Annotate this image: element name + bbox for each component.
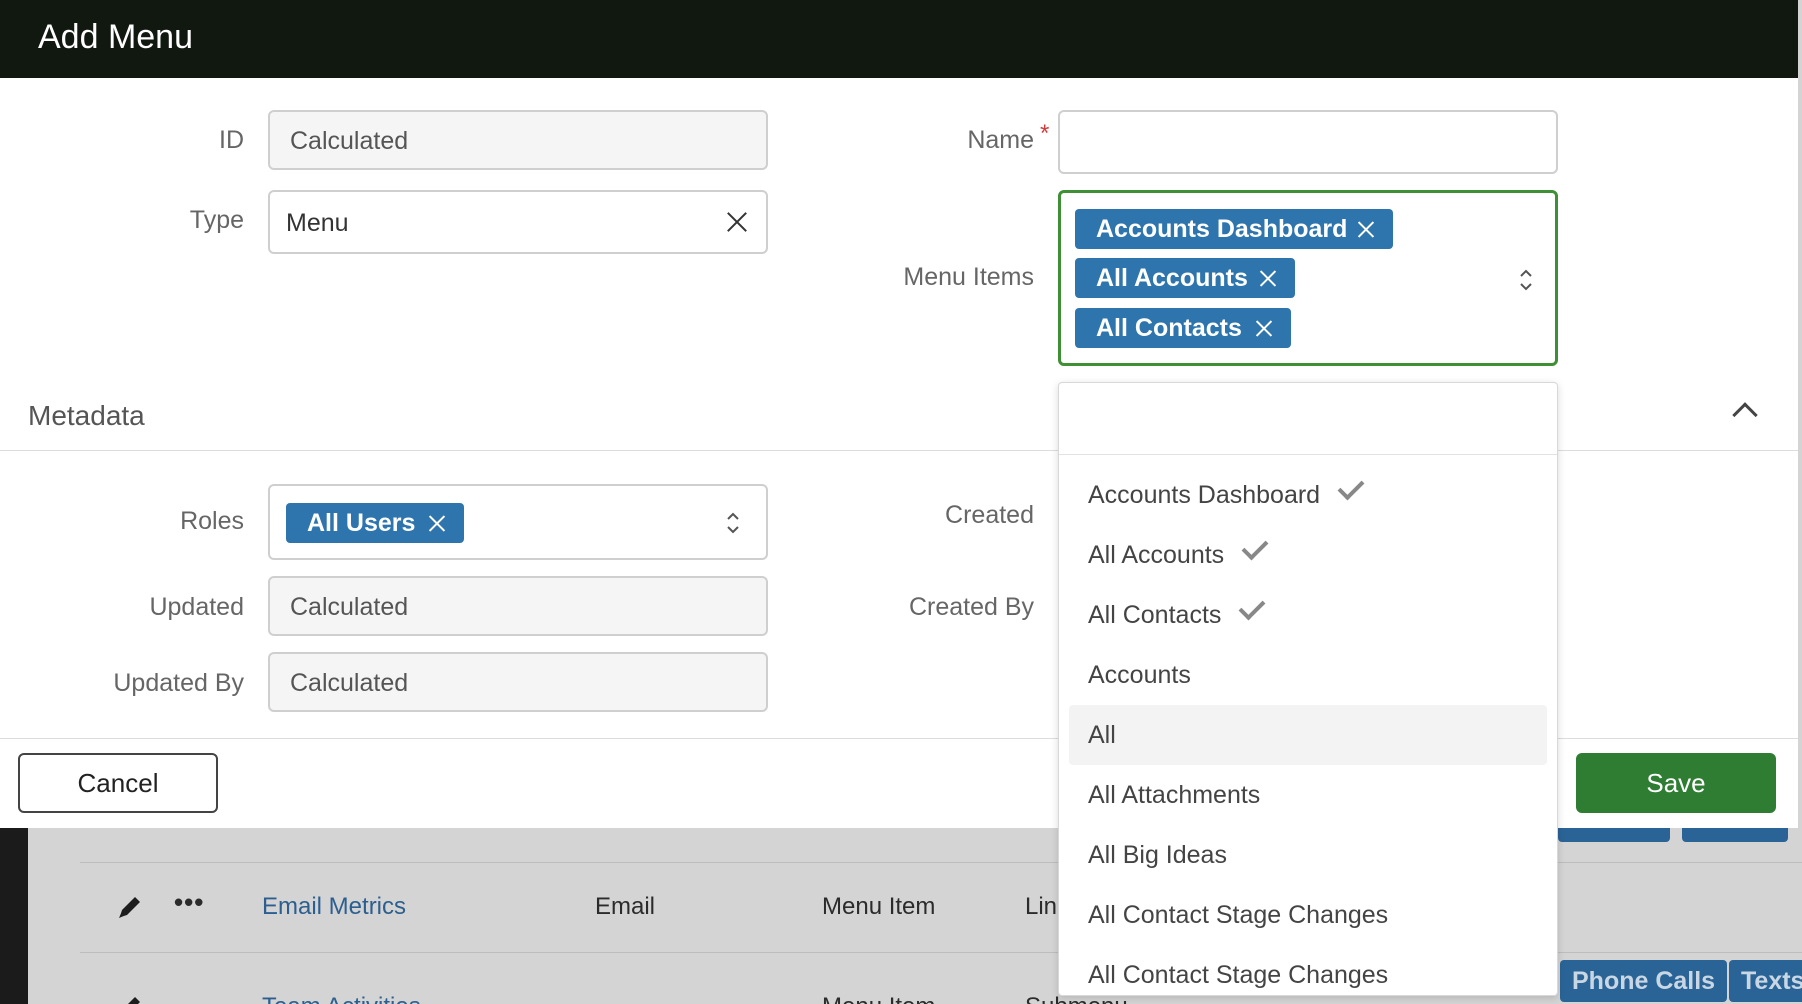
updated-by-value: Calculated	[290, 669, 409, 697]
roles-select[interactable]: All Users	[268, 484, 768, 560]
option-label: All Big Ideas	[1088, 841, 1227, 869]
dropdown-option[interactable]: All Contact Stage Changes	[1069, 885, 1547, 945]
row-type: Menu Item	[822, 993, 935, 1004]
pencil-icon[interactable]	[116, 993, 144, 1004]
menu-item-tag: Accounts Dashboard	[1075, 209, 1393, 249]
created-by-label: Created By	[908, 593, 1034, 621]
check-icon	[1241, 533, 1269, 561]
role-tag: All Users	[286, 503, 464, 543]
id-label: ID	[219, 126, 244, 154]
collapse-chevron-up-icon[interactable]	[1732, 402, 1758, 428]
pencil-icon[interactable]	[116, 893, 144, 921]
roles-label: Roles	[180, 507, 244, 535]
more-icon[interactable]: •••	[174, 887, 204, 918]
dropdown-search-input[interactable]	[1059, 383, 1557, 455]
id-field: Calculated	[268, 110, 768, 170]
row-type: Menu Item	[822, 893, 936, 920]
background-pill-stub	[1682, 828, 1788, 842]
tag-label: Accounts Dashboard	[1096, 215, 1348, 243]
texts-pill[interactable]: Texts	[1729, 960, 1802, 1002]
metadata-section-title: Metadata	[28, 400, 145, 431]
dropdown-option[interactable]: All Accounts	[1069, 525, 1547, 585]
menu-items-label: Menu Items	[903, 263, 1034, 291]
remove-tag-icon[interactable]	[1357, 221, 1374, 238]
modal-title: Add Menu	[38, 18, 193, 56]
created-label: Created	[945, 501, 1034, 529]
tag-label: All Accounts	[1096, 264, 1248, 292]
tag-label: All Users	[307, 509, 416, 537]
type-value: Menu	[286, 209, 349, 237]
option-label: All	[1088, 721, 1116, 749]
clear-type-icon[interactable]	[724, 209, 750, 235]
required-indicator: *	[1040, 120, 1050, 147]
option-label: Accounts Dashboard	[1088, 481, 1321, 509]
menu-items-select[interactable]: Accounts Dashboard All Accounts All Cont…	[1058, 190, 1558, 366]
dropdown-option[interactable]: All Big Ideas	[1069, 825, 1547, 885]
updated-label: Updated	[149, 593, 244, 621]
name-input[interactable]	[1058, 110, 1558, 174]
updated-field: Calculated	[268, 576, 768, 636]
check-icon	[1238, 593, 1266, 621]
row-name-link[interactable]: Email Metrics	[262, 893, 406, 921]
updated-by-label: Updated By	[113, 669, 244, 697]
menu-items-dropdown: Accounts Dashboard All Accounts All Cont…	[1058, 382, 1558, 996]
id-value: Calculated	[290, 127, 409, 155]
option-label: All Contacts	[1088, 601, 1222, 629]
option-label: All Accounts	[1088, 541, 1225, 569]
type-label: Type	[189, 206, 244, 234]
dropdown-option[interactable]: Accounts Dashboard	[1069, 465, 1547, 525]
remove-tag-icon[interactable]	[1255, 320, 1272, 337]
tag-label: All Contacts	[1096, 314, 1242, 342]
menu-item-tag: All Contacts	[1075, 308, 1291, 348]
option-label: All Contact Stage Changes	[1088, 901, 1389, 929]
updown-chevron-icon[interactable]	[724, 510, 742, 536]
dropdown-option[interactable]: All Contacts	[1069, 585, 1547, 645]
save-button[interactable]: Save	[1576, 753, 1776, 813]
row-category: Email	[595, 893, 656, 920]
cancel-button[interactable]: Cancel	[18, 753, 218, 813]
dropdown-option[interactable]: All	[1069, 705, 1547, 765]
dropdown-option[interactable]: All Attachments	[1069, 765, 1547, 825]
option-label: All Attachments	[1088, 781, 1261, 809]
menu-item-tag: All Accounts	[1075, 258, 1295, 298]
modal-header: Add Menu	[0, 0, 1798, 78]
option-label: All Contact Stage Changes	[1088, 961, 1389, 989]
row-kind: Lin	[1025, 893, 1058, 920]
remove-tag-icon[interactable]	[1259, 270, 1276, 287]
dropdown-option[interactable]: Accounts	[1069, 645, 1547, 705]
name-label: Name	[967, 126, 1034, 154]
dropdown-option[interactable]: All Contact Stage Changes	[1069, 945, 1547, 995]
check-icon	[1337, 473, 1365, 501]
row-name-link[interactable]: Team Activities	[262, 993, 421, 1004]
phone-calls-pill[interactable]: Phone Calls	[1560, 960, 1728, 1002]
option-label: Accounts	[1088, 661, 1191, 689]
updated-value: Calculated	[290, 593, 409, 621]
updown-chevron-icon[interactable]	[1517, 267, 1535, 293]
updated-by-field: Calculated	[268, 652, 768, 712]
type-select[interactable]: Menu	[268, 190, 768, 254]
remove-tag-icon[interactable]	[428, 515, 445, 532]
background-pill-stub	[1558, 828, 1670, 842]
